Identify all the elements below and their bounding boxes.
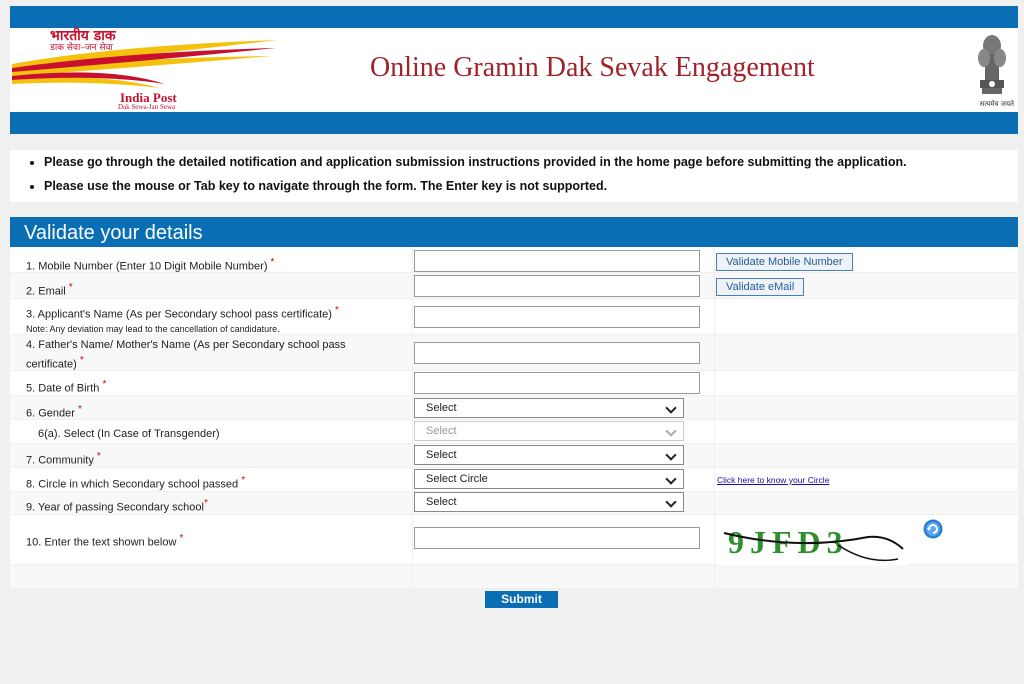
date-of-birth-input[interactable] [414,372,700,394]
circle-select[interactable]: Select Circle [414,469,684,489]
required-mark: * [270,257,275,268]
captcha-label: 10. Enter the text shown below * [26,533,184,549]
gender-label: 6. Gender * [26,404,82,420]
community-label: 7. Community * [26,451,101,467]
chevron-down-icon [665,473,677,485]
mobile-number-input[interactable] [414,250,700,272]
captcha-image: 9JFD3 [718,515,908,565]
required-mark: * [79,355,84,366]
email-label: 2. Email * [26,282,73,298]
national-emblem-icon [978,35,1006,94]
top-blue-bar [10,6,1018,28]
know-your-circle-link[interactable]: Click here to know your Circle [717,475,829,485]
logo-hindi-line1: भारतीय डाक [50,28,116,44]
chevron-down-icon [665,402,677,414]
bottom-blue-bar [10,112,1018,134]
form-row-empty [10,565,1018,589]
required-mark: * [68,282,73,293]
required-mark: * [241,475,246,486]
applicant-name-label: 3. Applicant's Name (As per Secondary sc… [26,305,339,334]
validate-mobile-button[interactable]: Validate Mobile Number [716,253,853,271]
form-heading-text: Validate your details [24,222,203,244]
form-row-dob: 5. Date of Birth * [10,371,1018,396]
logo-hindi-text: भारतीय डाक डाक सेवा–जन सेवा [50,28,116,54]
dob-label: 5. Date of Birth * [26,379,107,395]
form-row-circle: 8. Circle in which Secondary school pass… [10,468,1018,492]
chevron-down-icon [665,425,677,437]
applicant-name-input[interactable] [414,306,700,328]
emblem-motto: सत्यमेव जयते [979,100,1014,108]
email-input[interactable] [414,275,700,297]
parent-name-label: 4. Father's Name/ Mother's Name (As per … [26,339,346,371]
site-header: भारतीय डाक डाक सेवा–जन सेवा India Post D… [10,28,1018,112]
instruction-item: Please use the mouse or Tab key to navig… [44,174,1018,198]
circle-label: 8. Circle in which Secondary school pass… [26,475,246,491]
form-row-mobile: 1. Mobile Number (Enter 10 Digit Mobile … [10,247,1018,273]
form-row-applicant-name: 3. Applicant's Name (As per Secondary sc… [10,299,1018,335]
captcha-input[interactable] [414,527,700,549]
form-row-email: 2. Email * Validate eMail [10,273,1018,299]
year-select[interactable]: Select [414,492,684,512]
form-row-year: 9. Year of passing Secondary school* Sel… [10,492,1018,515]
form-heading: Validate your details [10,217,1018,247]
validate-email-button[interactable]: Validate eMail [716,278,805,296]
form-row-community: 7. Community * Select [10,444,1018,468]
india-post-logo: भारतीय डाक डाक सेवा–जन सेवा India Post D… [10,28,290,112]
page-title: Online Gramin Dak Sevak Engagement [370,52,815,83]
community-select[interactable]: Select [414,445,684,465]
required-mark: * [203,498,208,509]
required-mark: * [179,533,184,544]
chevron-down-icon [665,496,677,508]
form-row-gender: 6. Gender * Select [10,396,1018,420]
submit-button[interactable]: Submit [485,591,558,608]
required-mark: * [335,305,339,316]
mobile-label: 1. Mobile Number (Enter 10 Digit Mobile … [26,257,275,273]
year-label: 9. Year of passing Secondary school* [26,498,208,514]
logo-tagline: Dak Sewa-Jan Sewa [118,103,176,111]
gender-select[interactable]: Select [414,398,684,418]
instructions-panel: Please go through the detailed notificat… [10,150,1018,202]
required-mark: * [102,379,107,390]
form-row-parent-name: 4. Father's Name/ Mother's Name (As per … [10,335,1018,371]
refresh-captcha-icon[interactable] [923,519,943,539]
required-mark: * [77,404,82,415]
instruction-item: Please go through the detailed notificat… [44,150,1018,174]
required-mark: * [96,451,101,462]
applicant-name-note: Note: Any deviation may lead to the canc… [26,323,280,334]
parent-name-input[interactable] [414,342,700,364]
form-row-transgender: 6(a). Select (In Case of Transgender) Se… [10,420,1018,444]
chevron-down-icon [665,449,677,461]
logo-hindi-line2: डाक सेवा–जन सेवा [50,43,113,53]
transgender-select: Select [414,421,684,441]
transgender-label: 6(a). Select (In Case of Transgender) [38,428,220,440]
